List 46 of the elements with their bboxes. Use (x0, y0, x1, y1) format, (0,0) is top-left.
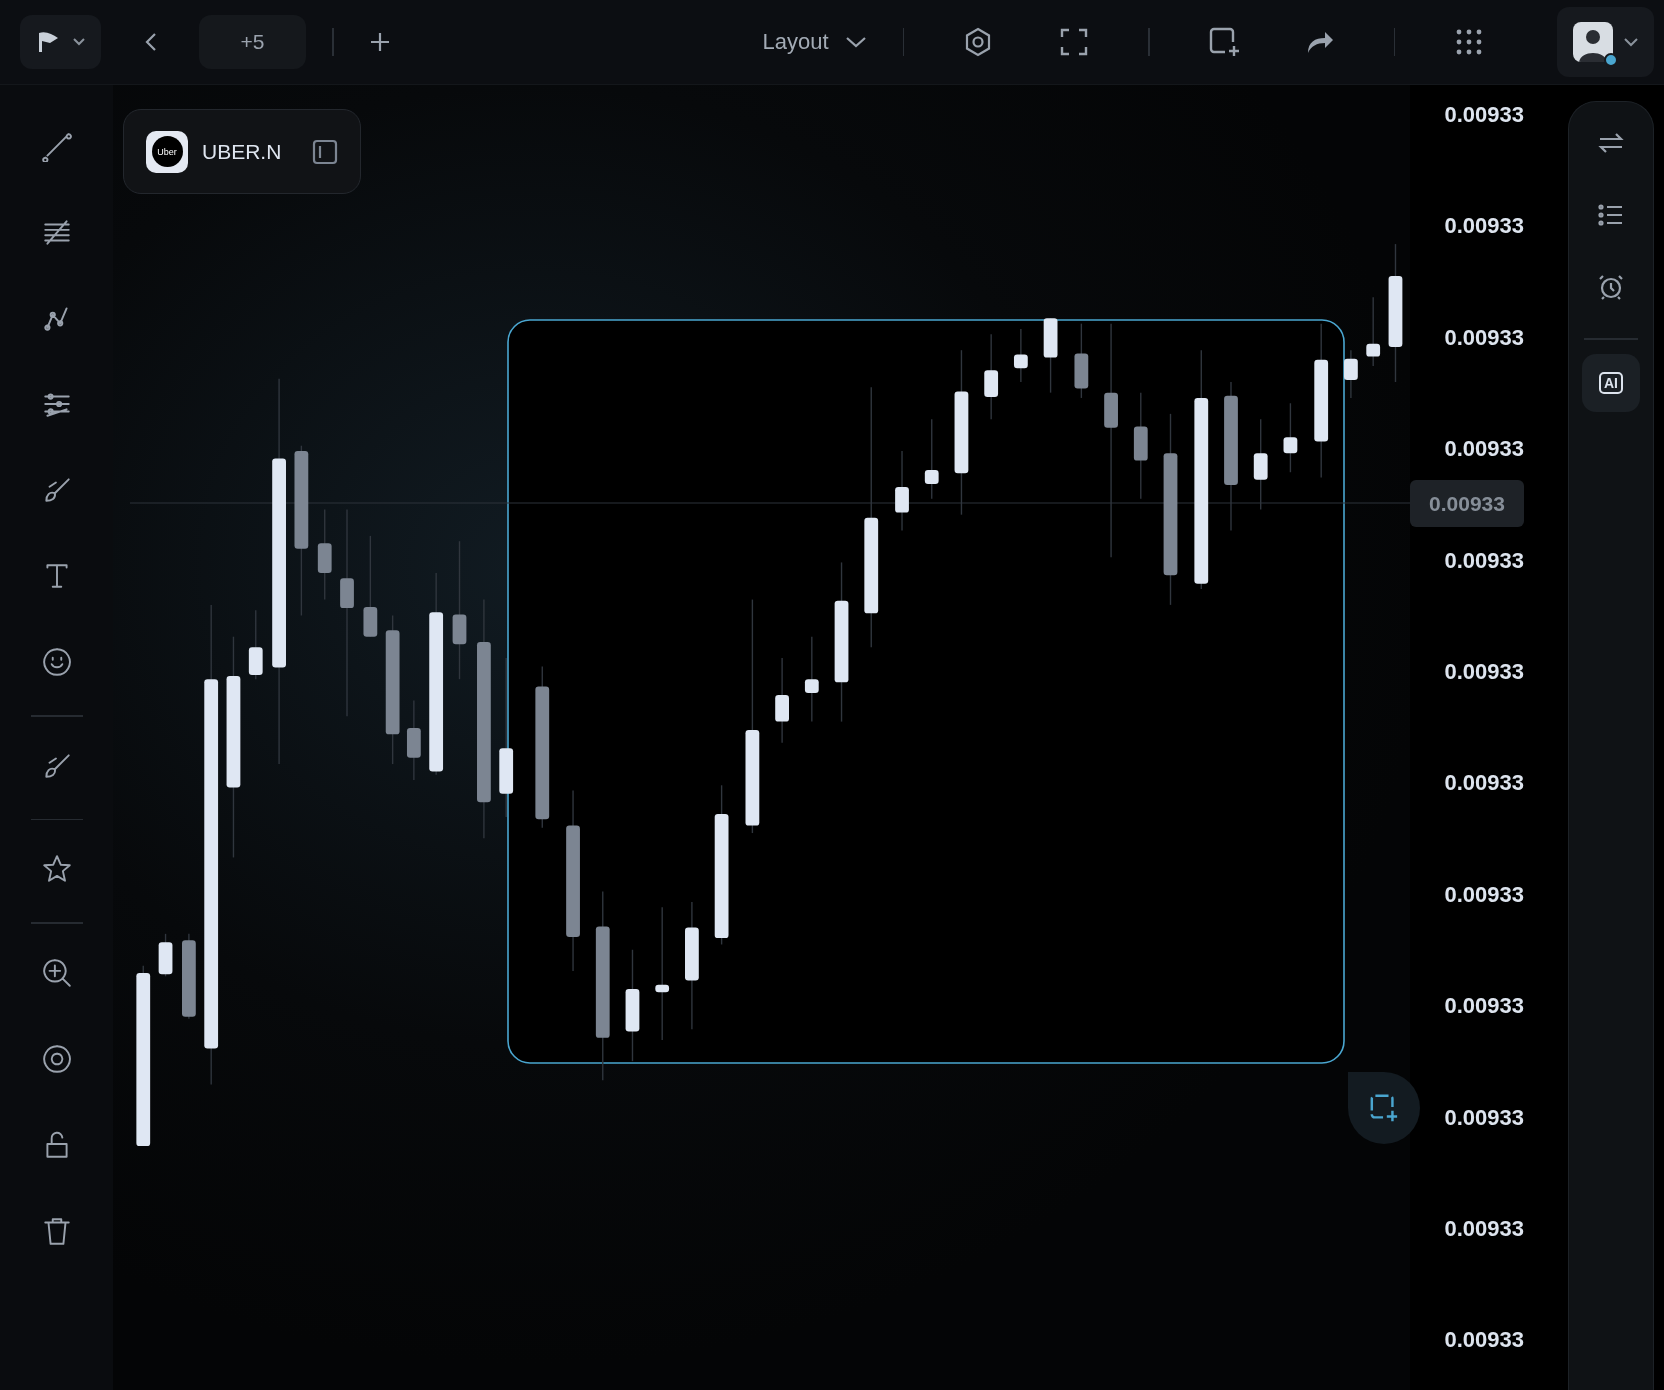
user-menu-button[interactable] (1557, 7, 1654, 77)
candlestick (248, 609, 263, 680)
app-logo-button[interactable] (20, 15, 101, 69)
back-icon (144, 31, 158, 53)
list-icon (1598, 203, 1624, 227)
price-label: 0.00933 (1444, 1216, 1524, 1241)
layout-dropdown[interactable]: Layout (762, 29, 867, 55)
person-silhouette-icon (1578, 30, 1607, 62)
smiley-icon (40, 646, 73, 678)
plus-icon (368, 31, 391, 53)
price-label: 0.00933 (1444, 103, 1524, 127)
ai-button[interactable]: AI (1582, 353, 1640, 412)
crosshair-price-tag: 0.00933 (1410, 480, 1524, 527)
zoom-in-icon (40, 956, 73, 989)
price-label: 0.00933 (1444, 994, 1524, 1019)
price-label: 0.00933 (1444, 548, 1524, 573)
chevron-down-icon (844, 35, 867, 49)
panel-toggle-icon[interactable] (312, 138, 338, 165)
add-selection-icon (1369, 1093, 1399, 1123)
price-label: 0.00933 (1444, 1328, 1524, 1353)
price-label: 0.00933 (1444, 882, 1524, 907)
candlestick (158, 933, 173, 977)
chevron-down-icon (71, 37, 86, 47)
price-label: 0.00933 (1444, 214, 1524, 239)
price-label: 0.00933 (1444, 771, 1524, 796)
fullscreen-icon (1059, 27, 1089, 57)
selection-box[interactable] (507, 319, 1345, 1064)
trend-line-icon (40, 130, 73, 162)
price-label: 0.00933 (1444, 1105, 1524, 1130)
swap-arrows-icon (1598, 132, 1624, 154)
price-label: 0.00933 (1444, 437, 1524, 462)
symbol-name: UBER.N (202, 139, 283, 164)
add-selection-icon (1207, 26, 1240, 58)
candlestick (1014, 328, 1028, 383)
alarm-clock-icon (1598, 274, 1624, 300)
company-logo: Uber (146, 130, 188, 173)
price-label: 0.00933 (1444, 659, 1524, 684)
tab-count-button[interactable]: +5 (199, 15, 306, 69)
candlestick (1283, 402, 1298, 473)
price-label: 0.00933 (1444, 325, 1524, 350)
chevron-down-icon (1622, 37, 1639, 47)
apps-grid-icon (1455, 28, 1483, 56)
candlestick (1366, 296, 1381, 367)
symbol-card[interactable]: Uber UBER.N (123, 109, 361, 194)
candlestick (1344, 349, 1358, 399)
star-icon (40, 853, 73, 885)
